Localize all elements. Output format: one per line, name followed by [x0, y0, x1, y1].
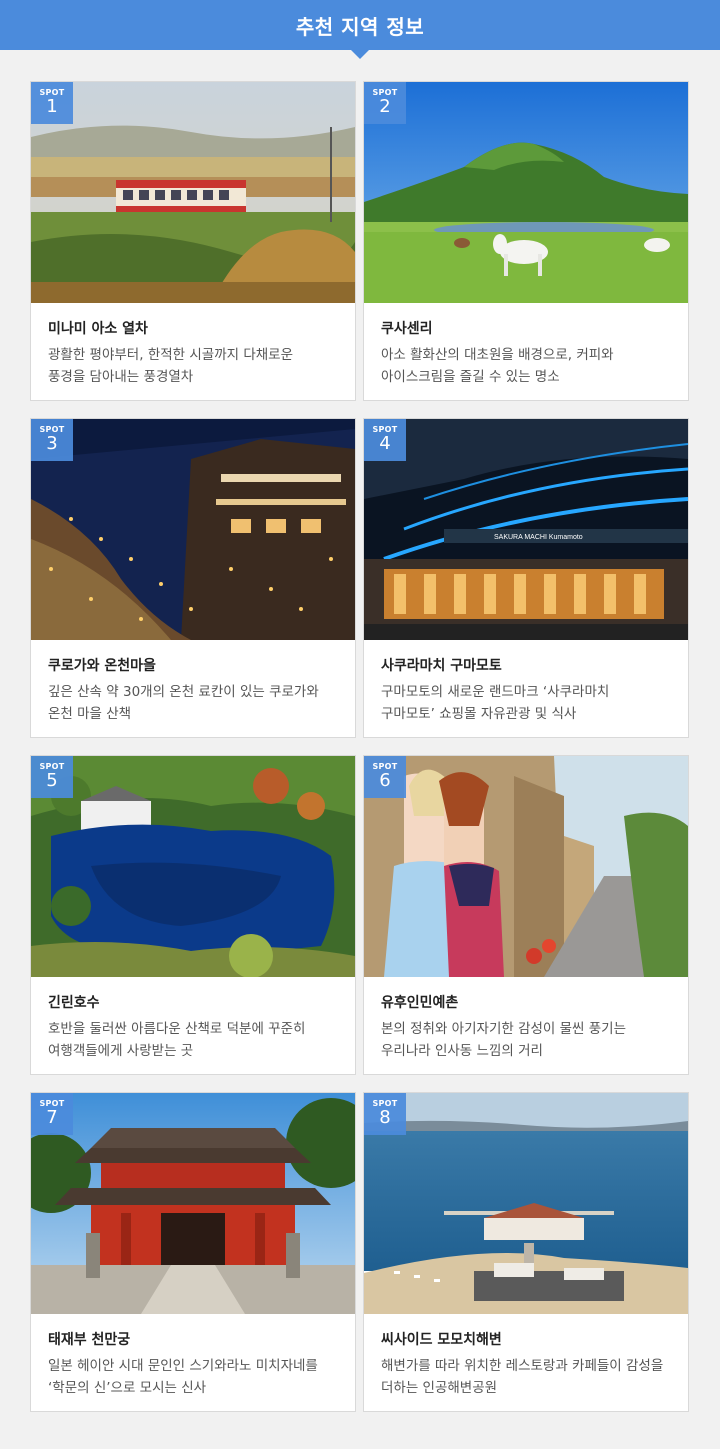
spot-photo-craft-village: SPOT 6: [364, 756, 688, 977]
spot-description: 구마모토의 새로운 랜드마크 ‘사쿠라마치 구마모토’ 쇼핑몰 자유관광 및 식…: [381, 684, 610, 722]
spot-card-5[interactable]: SPOT 5 긴린호수 호반을 둘러싼 아름다운 산책로 덕분에 꾸준히 여행객…: [30, 755, 356, 1075]
mall-sign-text: SAKURA MACHI Kumamoto: [494, 534, 583, 541]
spot-badge: SPOT 5: [31, 756, 73, 798]
spot-card-1[interactable]: SPOT 1 미나미 아소 열차 광활한 평야부터, 한적한 시골까지 다채로운…: [30, 81, 356, 401]
spot-name: 긴린호수: [48, 995, 100, 1011]
spot-name: 유후인민예촌: [381, 995, 459, 1011]
spot-name: 씨사이드 모모치해변: [381, 1332, 502, 1348]
header-pointer-arrow: [351, 50, 369, 59]
spot-card-6[interactable]: SPOT 6 유후인민예촌 본의 정취와 아기자기한 감성이 물씬 풍기는 우리…: [363, 755, 689, 1075]
spot-photo-shrine: SPOT 7: [31, 1093, 355, 1314]
spot-description: 광활한 평야부터, 한적한 시골까지 다채로운 풍경을 담아내는 풍경열차: [48, 347, 294, 385]
spot-badge: SPOT 7: [31, 1093, 73, 1135]
spot-badge: SPOT 1: [31, 82, 73, 124]
spot-card-4[interactable]: SAKURA MACHI Kumamoto SPOT 4 사쿠라마치 구마모토 …: [363, 418, 689, 738]
spot-photo-train: SPOT 1: [31, 82, 355, 303]
spot-description: 일본 헤이안 시대 문인인 스기와라노 미치자네를 ‘학문의 신’으로 모시는 …: [48, 1358, 318, 1396]
spot-description: 본의 정취와 아기자기한 감성이 물씬 풍기는 우리나라 인사동 느낌의 거리: [381, 1021, 627, 1059]
spot-card-2[interactable]: SPOT 2 쿠사센리 아소 활화산의 대초원을 배경으로, 커피와 아이스크림…: [363, 81, 689, 401]
spot-description: 아소 활화산의 대초원을 배경으로, 커피와 아이스크림을 즐길 수 있는 명소: [381, 347, 614, 385]
spot-description: 해변가를 따라 위치한 레스토랑과 카페들이 감성을 더하는 인공해변공원: [381, 1358, 664, 1396]
spot-badge: SPOT 2: [364, 82, 406, 124]
spot-card-8[interactable]: SPOT 8 씨사이드 모모치해변 해변가를 따라 위치한 레스토랑과 카페들이…: [363, 1092, 689, 1412]
spot-description: 깊은 산속 약 30개의 온천 료칸이 있는 쿠로가와 온천 마을 산책: [48, 684, 319, 722]
section-title: 추천 지역 정보: [295, 14, 425, 39]
spot-name: 쿠사센리: [381, 321, 433, 337]
spot-name: 미나미 아소 열차: [48, 321, 148, 337]
spot-photo-onsen-village: SPOT 3: [31, 419, 355, 640]
spot-name: 태재부 천만궁: [48, 1332, 131, 1348]
spot-badge: SPOT 3: [31, 419, 73, 461]
section-header: 추천 지역 정보: [0, 0, 720, 59]
spot-card-3[interactable]: SPOT 3 쿠로가와 온천마을 깊은 산속 약 30개의 온천 료칸이 있는 …: [30, 418, 356, 738]
spot-name: 사쿠라마치 구마모토: [381, 658, 502, 674]
spot-name: 쿠로가와 온천마을: [48, 658, 156, 674]
spot-photo-beach: SPOT 8: [364, 1093, 688, 1314]
spot-badge: SPOT 6: [364, 756, 406, 798]
spot-description: 호반을 둘러싼 아름다운 산책로 덕분에 꾸준히 여행객들에게 사랑받는 곳: [48, 1021, 306, 1059]
spot-badge: SPOT 4: [364, 419, 406, 461]
spot-photo-grassland: SPOT 2: [364, 82, 688, 303]
spot-card-7[interactable]: SPOT 7 태재부 천만궁 일본 헤이안 시대 문인인 스기와라노 미치자네를…: [30, 1092, 356, 1412]
spot-photo-lake: SPOT 5: [31, 756, 355, 977]
spot-badge: SPOT 8: [364, 1093, 406, 1135]
spot-photo-shopping-mall: SAKURA MACHI Kumamoto SPOT 4: [364, 419, 688, 640]
